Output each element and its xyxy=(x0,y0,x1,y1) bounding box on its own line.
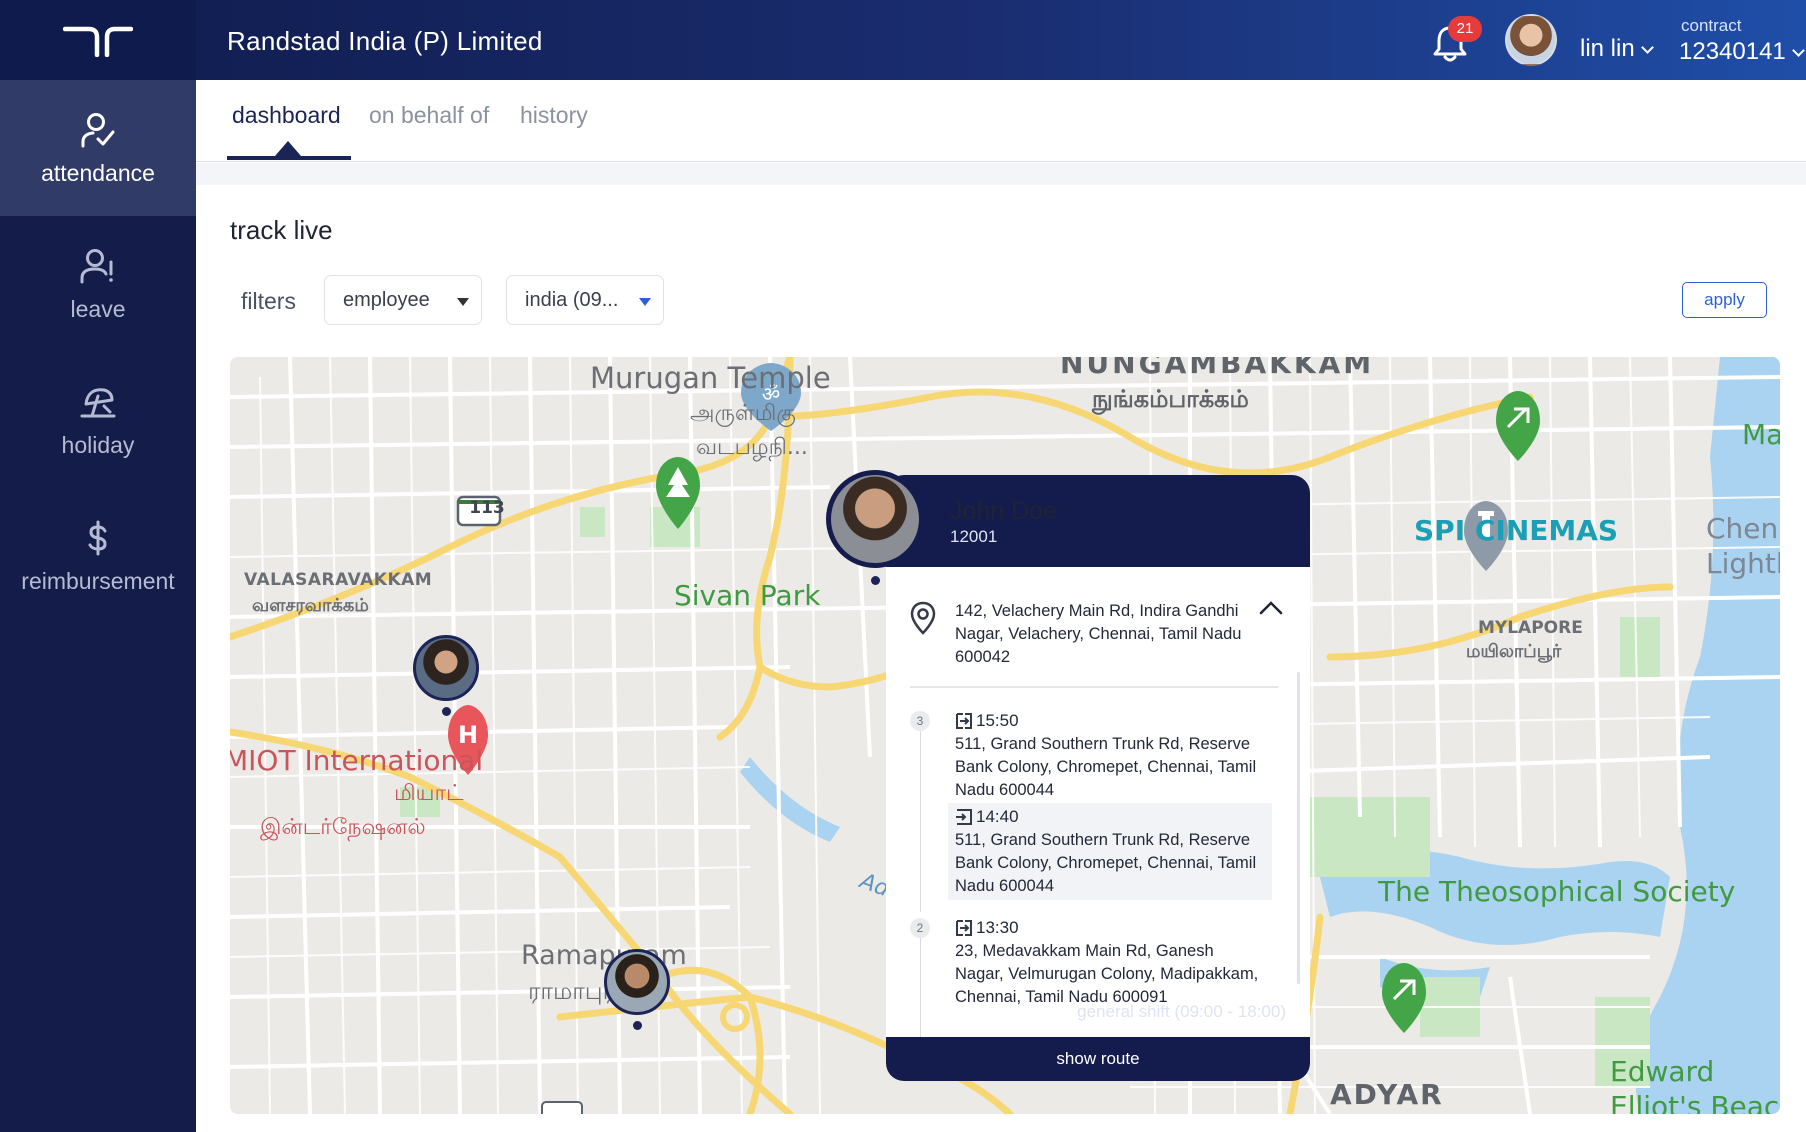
sidebar-item-attendance[interactable]: attendance xyxy=(0,80,196,216)
location-pin-icon xyxy=(910,601,936,635)
road-shield-113: 113 xyxy=(469,498,505,518)
tab-bar: dashboard on behalf of history xyxy=(196,80,1806,162)
sidebar: attendance leave holiday reimbursement xyxy=(0,80,196,1132)
sidebar-item-holiday[interactable]: holiday xyxy=(0,352,196,488)
location-dot xyxy=(442,707,451,716)
map-label: நுங்கம்பாக்கம் xyxy=(1092,385,1249,413)
chevron-down-icon xyxy=(1791,44,1805,57)
map-label: மியாட் xyxy=(394,781,464,806)
map-label: NUNGAMBAKKAM xyxy=(1060,357,1375,380)
map-label: ADYAR xyxy=(1330,1078,1444,1111)
sidebar-item-label: holiday xyxy=(61,432,135,458)
tab-history[interactable]: history xyxy=(520,102,588,129)
entry-time: 14:40 xyxy=(976,807,1019,826)
randstad-logo[interactable] xyxy=(0,0,196,80)
dropdown-arrow-icon xyxy=(457,298,469,306)
map-label: Ma xyxy=(1742,418,1780,451)
map-label: Edward xyxy=(1610,1055,1715,1088)
region-filter-value: india (09... xyxy=(525,289,619,311)
chevron-down-icon xyxy=(1640,41,1654,54)
popup-scrollbar[interactable] xyxy=(1297,672,1300,984)
entry-address: 511, Grand Southern Trunk Rd, Reserve Ba… xyxy=(955,831,1257,895)
contract-selector[interactable]: 12340141 xyxy=(1679,38,1805,66)
tab-dashboard[interactable]: dashboard xyxy=(232,102,341,129)
attendance-icon xyxy=(81,113,115,148)
map-label: வளசரவாக்கம் xyxy=(252,595,369,616)
sidebar-item-label: attendance xyxy=(41,160,155,186)
chevron-up-icon[interactable] xyxy=(1258,598,1284,616)
region-filter-select[interactable]: india (09... xyxy=(506,275,664,325)
location-dot xyxy=(633,1021,642,1030)
page-title: track live xyxy=(230,215,333,245)
contract-label: contract xyxy=(1681,16,1742,35)
employee-map-pin[interactable] xyxy=(604,949,670,1015)
entry-time: 13:30 xyxy=(976,918,1019,937)
step-badge: 3 xyxy=(910,711,930,731)
active-tab-caret xyxy=(275,141,301,156)
employee-id: 12001 xyxy=(950,527,998,546)
employee-filter-select[interactable]: employee xyxy=(324,275,482,325)
divider xyxy=(910,686,1278,688)
dollar-icon xyxy=(88,520,107,556)
user-avatar[interactable] xyxy=(1505,14,1557,66)
employee-name: John Doe xyxy=(950,497,1058,525)
step-badge: 2 xyxy=(910,918,930,938)
sidebar-item-leave[interactable]: leave xyxy=(0,216,196,352)
map-label: அருள்மிகு xyxy=(690,401,796,426)
employee-filter-value: employee xyxy=(343,289,430,311)
map-label: VALASARAVAKKAM xyxy=(244,570,433,590)
map-label: மயிலாப்பூர் xyxy=(1466,641,1562,662)
map-label: MYLAPORE xyxy=(1478,618,1583,638)
current-address: 142, Velachery Main Rd, Indira Gandhi Na… xyxy=(955,602,1242,666)
sidebar-item-reimbursement[interactable]: reimbursement xyxy=(0,488,196,624)
map-label: The Theosophical Society xyxy=(1378,875,1736,908)
map-label: Lightl xyxy=(1706,547,1780,580)
map-label: Murugan Temple xyxy=(590,361,831,395)
employee-avatar xyxy=(826,470,924,568)
apply-button[interactable]: apply xyxy=(1682,282,1767,318)
map-label: SPI CINEMAS xyxy=(1414,514,1619,547)
top-bar: Randstad India (P) Limited 21 lin lin co… xyxy=(0,0,1806,80)
check-out-icon xyxy=(956,920,972,936)
check-out-icon xyxy=(956,713,972,729)
map-label: Sivan Park xyxy=(674,579,821,612)
user-menu[interactable]: lin lin xyxy=(1580,35,1654,63)
active-tab-underline xyxy=(227,156,351,160)
map-label: Chen xyxy=(1706,512,1779,545)
check-in-icon xyxy=(956,809,972,825)
show-route-button[interactable]: show route xyxy=(886,1037,1310,1081)
entry-address: 23, Medavakkam Main Rd, Ganesh Nagar, Ve… xyxy=(955,942,1259,1006)
sidebar-item-label: leave xyxy=(70,296,126,322)
user-name: lin lin xyxy=(1580,35,1635,62)
timeline-line xyxy=(920,730,921,912)
divider xyxy=(196,163,1806,185)
map-label: Elliot's Beac xyxy=(1610,1090,1780,1114)
randstad-logo-icon xyxy=(63,26,133,57)
entry-address: 511, Grand Southern Trunk Rd, Reserve Ba… xyxy=(955,735,1257,799)
dropdown-arrow-icon xyxy=(639,298,651,306)
employee-map-pin[interactable] xyxy=(413,635,479,701)
sidebar-item-label: reimbursement xyxy=(21,568,175,594)
timeline-line xyxy=(920,937,921,1037)
contract-number: 12340141 xyxy=(1679,38,1786,65)
tab-on-behalf-of[interactable]: on behalf of xyxy=(369,102,489,129)
entry-time: 15:50 xyxy=(976,711,1019,730)
holiday-icon xyxy=(80,388,116,418)
map-label: MIOT International xyxy=(230,744,484,777)
filters-label: filters xyxy=(241,288,296,314)
notification-badge: 21 xyxy=(1448,16,1482,42)
map-label: வடபழநி... xyxy=(696,435,808,460)
map-label: இன்டர்நேஷனல் xyxy=(260,815,426,840)
location-dot xyxy=(871,576,880,585)
company-name: Randstad India (P) Limited xyxy=(227,26,543,56)
leave-icon xyxy=(80,249,113,284)
